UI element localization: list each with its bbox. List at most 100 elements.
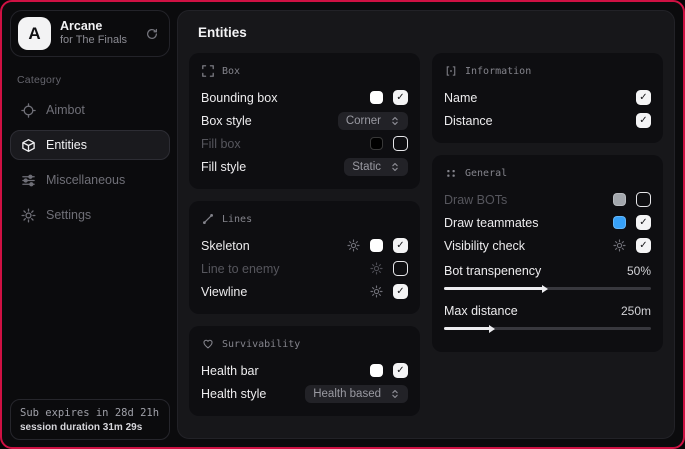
slider-value: 50%	[627, 264, 651, 278]
gear-icon[interactable]	[613, 239, 626, 252]
sidebar-item-aimbot[interactable]: Aimbot	[10, 95, 170, 125]
slider-thumb[interactable]	[489, 325, 495, 333]
card-box: Box Bounding box Box style Corner	[189, 53, 420, 189]
refresh-icon[interactable]	[145, 27, 159, 41]
row-controls	[613, 238, 651, 253]
slider-bot-transparency: Bot transpenency 50%	[444, 261, 651, 290]
gear-icon[interactable]	[370, 262, 383, 275]
setting-label: Name	[444, 91, 477, 105]
brand-text: Arcane for The Finals	[60, 19, 127, 48]
card-information: Information Name Distance	[432, 53, 663, 143]
checkbox[interactable]	[393, 261, 408, 276]
app-window: A Arcane for The Finals Category Aimbot	[0, 0, 685, 449]
setting-row-fill-box: Fill box	[201, 132, 408, 155]
setting-row-skeleton: Skeleton	[201, 234, 408, 257]
color-swatch[interactable]	[370, 91, 383, 104]
sidebar-item-settings[interactable]: Settings	[10, 200, 170, 230]
checkbox[interactable]	[393, 363, 408, 378]
session-duration-text: session duration 31m 29s	[20, 422, 160, 433]
card-title: Box	[222, 66, 240, 77]
card-title: Lines	[222, 214, 252, 225]
setting-label: Line to enemy	[201, 262, 280, 276]
slider-track[interactable]	[444, 287, 651, 290]
color-swatch[interactable]	[370, 364, 383, 377]
card-information-header: Information	[445, 65, 651, 77]
unfold-icon	[390, 116, 400, 126]
card-survivability: Survivability Health bar Health style He…	[189, 326, 420, 416]
setting-row-health-style: Health style Health based	[201, 382, 408, 405]
box-style-dropdown[interactable]: Corner	[338, 112, 408, 130]
card-lines: Lines Skeleton	[189, 201, 420, 314]
setting-label: Health style	[201, 387, 266, 401]
sidebar-item-label: Aimbot	[46, 103, 85, 117]
row-controls	[347, 238, 408, 253]
information-icon	[445, 65, 457, 77]
unfold-icon	[390, 162, 400, 172]
card-survivability-header: Survivability	[202, 338, 408, 350]
setting-label: Distance	[444, 114, 493, 128]
sidebar-item-miscellaneous[interactable]: Miscellaneous	[10, 165, 170, 195]
sub-expiry-text: Sub expires in 28d 21h	[20, 407, 160, 419]
crosshair-icon	[21, 103, 36, 118]
setting-row-box-style: Box style Corner	[201, 109, 408, 132]
checkbox[interactable]	[393, 136, 408, 151]
setting-row-line-to-enemy: Line to enemy	[201, 257, 408, 280]
sidebar-item-label: Entities	[46, 138, 87, 152]
sidebar-nav: Aimbot Entities Miscellaneous	[10, 95, 170, 230]
fill-style-dropdown[interactable]: Static	[344, 158, 408, 176]
checkbox[interactable]	[393, 90, 408, 105]
health-style-dropdown[interactable]: Health based	[305, 385, 408, 403]
category-label: Category	[17, 74, 170, 86]
slider-label: Bot transpenency	[444, 264, 541, 278]
card-lines-header: Lines	[202, 213, 408, 225]
checkbox[interactable]	[636, 215, 651, 230]
sidebar-item-label: Miscellaneous	[46, 173, 125, 187]
checkbox[interactable]	[636, 238, 651, 253]
slider-fill	[444, 327, 490, 330]
brand-subtitle: for The Finals	[60, 34, 127, 48]
checkbox[interactable]	[636, 90, 651, 105]
slider-fill	[444, 287, 543, 290]
slider-track[interactable]	[444, 327, 651, 330]
card-box-header: Box	[202, 65, 408, 77]
row-controls	[613, 215, 651, 230]
checkbox[interactable]	[636, 113, 651, 128]
card-title: General	[465, 168, 507, 179]
setting-label: Fill box	[201, 137, 241, 151]
dropdown-value: Health based	[313, 388, 381, 400]
row-controls	[370, 363, 408, 378]
color-swatch[interactable]	[613, 216, 626, 229]
slider-thumb[interactable]	[542, 285, 548, 293]
setting-label: Box style	[201, 114, 252, 128]
setting-label: Skeleton	[201, 239, 250, 253]
grid-dots-icon	[445, 167, 457, 179]
setting-row-name: Name	[444, 86, 651, 109]
checkbox[interactable]	[636, 192, 651, 207]
setting-row-draw-teammates: Draw teammates	[444, 211, 651, 234]
setting-label: Visibility check	[444, 239, 525, 253]
color-swatch[interactable]	[370, 137, 383, 150]
sidebar-item-label: Settings	[46, 208, 91, 222]
dropdown-value: Corner	[346, 115, 381, 127]
setting-row-fill-style: Fill style Static	[201, 155, 408, 178]
gear-icon[interactable]	[370, 285, 383, 298]
setting-row-draw-bots: Draw BOTs	[444, 188, 651, 211]
color-swatch[interactable]	[370, 239, 383, 252]
card-title: Survivability	[222, 339, 300, 350]
unfold-icon	[390, 389, 400, 399]
row-controls	[370, 136, 408, 151]
page-title: Entities	[198, 25, 663, 40]
gear-icon	[21, 208, 36, 223]
color-swatch[interactable]	[613, 193, 626, 206]
slider-head: Bot transpenency 50%	[444, 261, 651, 281]
setting-label: Fill style	[201, 160, 246, 174]
app-logo: A	[18, 17, 51, 50]
checkbox[interactable]	[393, 284, 408, 299]
gear-icon[interactable]	[347, 239, 360, 252]
row-controls	[370, 284, 408, 299]
sidebar-item-entities[interactable]: Entities	[10, 130, 170, 160]
subscription-card: Sub expires in 28d 21h session duration …	[10, 399, 170, 440]
checkbox[interactable]	[393, 238, 408, 253]
row-controls	[370, 261, 408, 276]
entities-icon	[21, 138, 36, 153]
